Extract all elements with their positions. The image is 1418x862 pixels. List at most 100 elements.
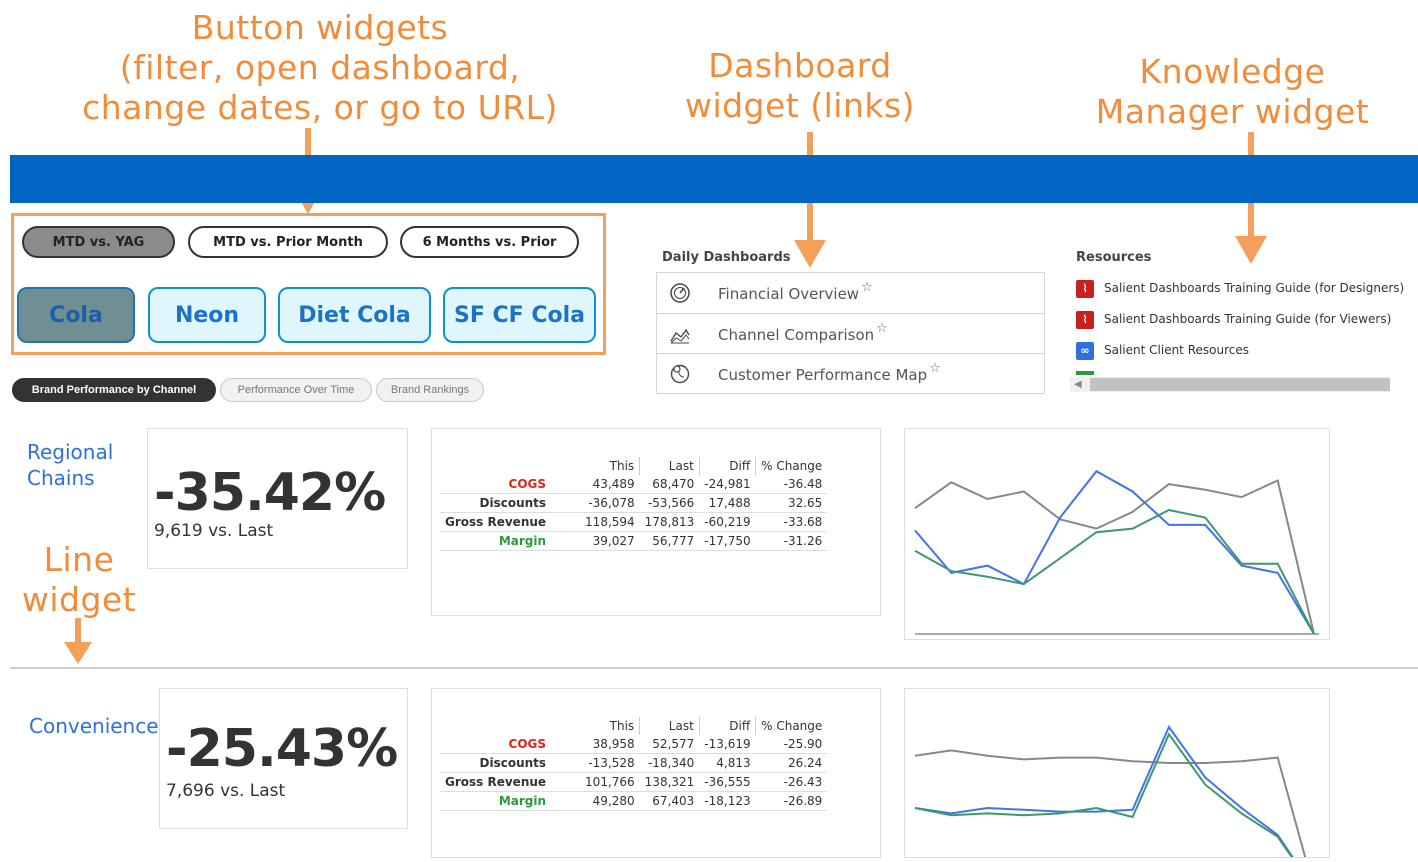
favorite-star-icon[interactable]: ☆ [929, 361, 941, 376]
table-cell: -18,123 [699, 791, 756, 811]
column-header: Last [639, 457, 700, 475]
callout-knowledge-widget: Knowledge Manager widget [1070, 52, 1395, 132]
region-label-regional-chains[interactable]: Regional Chains [27, 439, 113, 491]
table-cell: 26.24 [755, 753, 828, 773]
pdf-icon: ⌇ [1076, 280, 1094, 298]
region-label-convenience[interactable]: Convenience [29, 713, 159, 739]
resource-label: Salient Dashboards Training Guide (for D… [1104, 281, 1405, 295]
callout-line: widget [21, 580, 137, 619]
column-header: % Change [761, 719, 823, 733]
table-row: Gross Revenue 101,766 138,321 -36,555 -2… [440, 772, 828, 792]
scrollbar-thumb[interactable] [1090, 378, 1390, 391]
table-cell: -36,555 [699, 772, 756, 792]
dashboard-link-financial-overview[interactable]: Financial Overview ☆ [657, 273, 1044, 313]
dashboard-header-bar [10, 155, 1418, 203]
column-header: This [580, 717, 641, 735]
column-header: % Change [761, 459, 823, 473]
daily-dashboards-title: Daily Dashboards [662, 250, 791, 265]
table-cell: -17,750 [699, 531, 756, 551]
kpi-value: -25.43% [166, 719, 398, 779]
tab-brand-rankings[interactable]: Brand Rankings [376, 378, 484, 402]
column-header: Diff [699, 717, 757, 735]
table-cell: 39,027 [580, 531, 640, 551]
row-label: COGS [440, 475, 581, 494]
table-cell: 38,958 [580, 735, 640, 754]
table-row: Gross Revenue 118,594 178,813 -60,219 -3… [440, 512, 828, 532]
resource-label: Salient Dashboards Training Guide (for V… [1104, 312, 1392, 326]
line-chart-card [904, 688, 1330, 862]
kpi-subtext: 7,696 vs. Last [166, 781, 286, 801]
row-label: Margin [440, 531, 581, 551]
column-header: This [580, 457, 641, 475]
chart-series-line [914, 469, 1315, 635]
date-button-6-months-vs-prior[interactable]: 6 Months vs. Prior [400, 226, 579, 258]
pdf-icon: ⌇ [1076, 311, 1094, 329]
table-header-row: This Last Diff % Change [440, 717, 827, 735]
chart-series-line [914, 724, 1298, 862]
table-row: Discounts -36,078 -53,566 17,488 32.65 [440, 493, 828, 513]
date-button-mtd-vs-yag[interactable]: MTD vs. YAG [22, 226, 175, 258]
table-row: Margin 49,280 67,403 -18,123 -26.89 [440, 791, 828, 811]
brand-button-neon[interactable]: Neon [148, 287, 266, 343]
horizontal-scrollbar[interactable]: ◀ [1070, 377, 1390, 392]
financial-table-card: This Last Diff % Change COGS 38,958 52,5… [431, 688, 881, 858]
brand-button-cola[interactable]: Cola [17, 287, 135, 343]
callout-line-widget: Line widget [4, 540, 154, 620]
callout-line: (filter, open dashboard, [119, 48, 521, 87]
table-header-row: This Last Diff % Change [440, 457, 827, 475]
table-cell: -31.26 [755, 531, 828, 551]
favorite-star-icon[interactable]: ☆ [861, 280, 873, 295]
date-button-mtd-vs-prior-month[interactable]: MTD vs. Prior Month [188, 226, 388, 258]
table-cell: -36,078 [580, 493, 640, 513]
table-cell: 32.65 [755, 493, 828, 513]
resource-label: Salient Client Resources [1104, 343, 1249, 357]
table-cell: 17,488 [699, 493, 756, 513]
scroll-left-arrow-icon[interactable]: ◀ [1074, 377, 1082, 392]
dashboard-link-channel-comparison[interactable]: Channel Comparison ☆ [657, 313, 1044, 353]
table-cell: -24,981 [699, 475, 756, 494]
table-header-empty [440, 457, 580, 475]
dashboard-link-customer-performance-map[interactable]: Customer Performance Map ☆ [657, 353, 1044, 393]
table-row: COGS 38,958 52,577 -13,619 -25.90 [440, 735, 828, 754]
callout-dashboard-widget: Dashboard widget (links) [650, 46, 950, 126]
row-label: Margin [440, 791, 581, 811]
table-row: Margin 39,027 56,777 -17,750 -31.26 [440, 531, 828, 551]
table-cell: -26.43 [755, 772, 828, 792]
favorite-star-icon[interactable]: ☆ [876, 321, 888, 336]
region-label-line: Chains [27, 466, 95, 490]
table-cell: 56,777 [639, 531, 700, 551]
kpi-value: -35.42% [154, 463, 386, 523]
tab-brand-performance[interactable]: Brand Performance by Channel [12, 378, 216, 402]
table-cell: -25.90 [755, 735, 828, 754]
globe-pin-icon [670, 364, 690, 384]
brand-button-diet-cola[interactable]: Diet Cola [278, 287, 431, 343]
kpi-subtext: 9,619 vs. Last [154, 521, 274, 541]
row-label: Gross Revenue [440, 772, 581, 792]
callout-line: Knowledge [1139, 52, 1326, 91]
table-cell: -33.68 [755, 512, 828, 532]
row-label: Gross Revenue [440, 512, 581, 532]
row-label: Discounts [440, 753, 581, 773]
table-row: COGS 43,489 68,470 -24,981 -36.48 [440, 475, 828, 494]
line-chart-card [904, 428, 1330, 640]
callout-line: Button widgets [191, 8, 449, 47]
region-label-line: Convenience [29, 714, 159, 738]
table-header-empty [440, 717, 580, 735]
table-cell: -36.48 [755, 475, 828, 494]
kpi-card: -35.42% 9,619 vs. Last [147, 428, 408, 569]
financial-table-card: This Last Diff % Change COGS 43,489 68,4… [431, 428, 881, 616]
link-icon: ∞ [1076, 342, 1094, 360]
table-cell: 138,321 [639, 772, 700, 792]
table-cell: -26.89 [755, 791, 828, 811]
table-cell: -13,528 [580, 753, 640, 773]
table-row: Discounts -13,528 -18,340 4,813 26.24 [440, 753, 828, 773]
section-divider [10, 667, 1418, 669]
table-cell: 49,280 [580, 791, 640, 811]
brand-button-sf-cf-cola[interactable]: SF CF Cola [443, 287, 596, 343]
dashboard-link-label-wrap: Financial Overview ☆ [718, 280, 873, 303]
table-cell: 101,766 [580, 772, 640, 792]
dashboard-link-label-wrap: Customer Performance Map ☆ [718, 361, 941, 384]
callout-line: change dates, or go to URL) [82, 88, 558, 127]
tab-performance-over-time[interactable]: Performance Over Time [220, 378, 372, 402]
dashboard-links-list: Financial Overview ☆ Channel Comparison ☆ … [656, 272, 1045, 394]
